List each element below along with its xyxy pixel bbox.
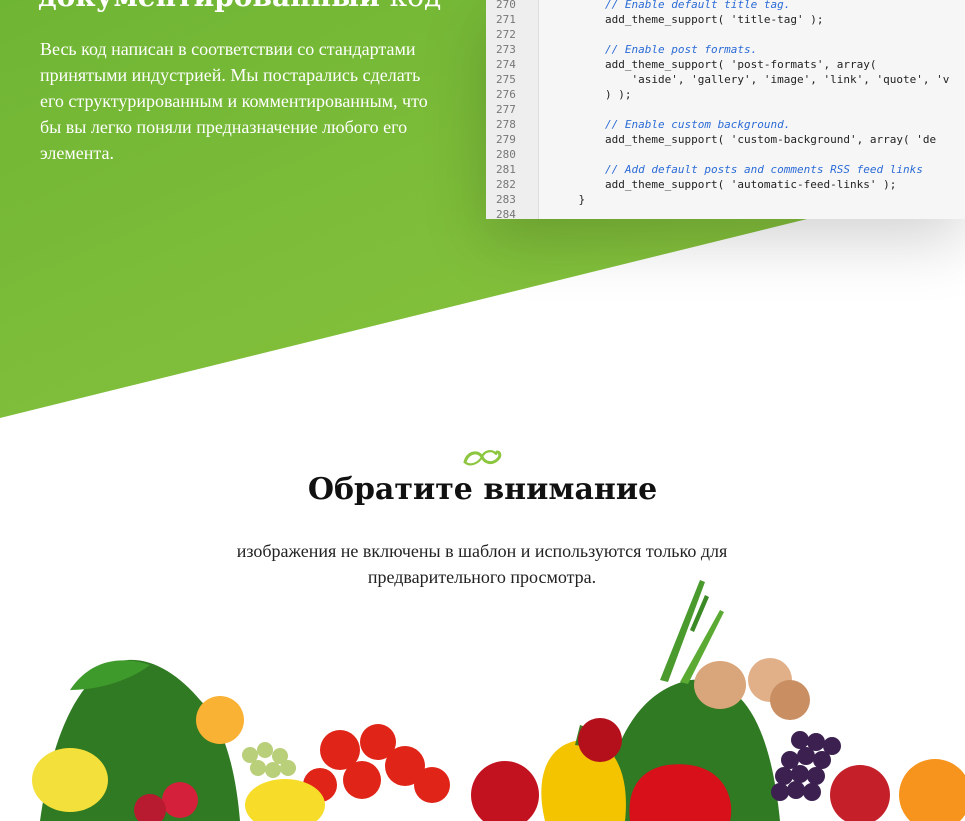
code-line-number: 273 [496,43,516,56]
code-line-source: add_theme_support( 'automatic-feed-links… [552,178,897,191]
code-line-number: 278 [496,118,516,131]
code-line-number: 284 [496,208,516,219]
code-line-number: 277 [496,103,516,116]
code-line: 284 [486,207,965,219]
code-line-number: 272 [496,28,516,41]
code-line: 270 // Enable default title tag. [486,0,965,12]
notice-title: Обратите внимание [307,472,658,507]
hero-description: Весь код написан в соответствии со станд… [40,39,428,163]
code-line-source: // Enable post formats. [552,43,758,56]
code-line-number: 270 [496,0,516,11]
code-line: 276 ) ); [486,87,965,102]
hero-title: документированный код [38,0,441,14]
code-line: 282 add_theme_support( 'automatic-feed-l… [486,177,965,192]
code-line-number: 281 [496,163,516,176]
code-line: 281 // Add default posts and comments RS… [486,162,965,177]
code-line: 271 add_theme_support( 'title-tag' ); [486,12,965,27]
code-line: 277 [486,102,965,117]
code-line: 273 // Enable post formats. [486,42,965,57]
code-line-source: ) ); [552,88,632,101]
code-line: 274 add_theme_support( 'post-formats', a… [486,57,965,72]
code-line: 279 add_theme_support( 'custom-backgroun… [486,132,965,147]
code-line-source: add_theme_support( 'title-tag' ); [552,13,824,26]
code-line-number: 283 [496,193,516,206]
hero-title-bold: документированный [38,0,380,13]
code-screenshot: 270 // Enable default title tag. 271 add_… [486,0,965,219]
code-line: 275 'aside', 'gallery', 'image', 'link',… [486,72,965,87]
vegetables-image [32,580,965,821]
code-line: 278 // Enable custom background. [486,117,965,132]
code-line-source: // Enable default title tag. [552,0,791,11]
code-line: 280 [486,147,965,162]
code-line-source: add_theme_support( 'custom-background', … [552,133,937,146]
code-line-source: // Add default posts and comments RSS fe… [552,163,923,176]
code-line-source: add_theme_support( 'post-formats', array… [552,58,877,71]
code-line: 283 } [486,192,965,207]
hero-title-light: код [390,0,442,13]
code-line-number: 282 [496,178,516,191]
hero-section: документированный код Весь код написан в… [0,0,965,420]
code-line-number: 276 [496,88,516,101]
code-line-source: } [552,193,586,206]
code-line-number: 274 [496,58,516,71]
code-line-number: 280 [496,148,516,161]
code-line-number: 271 [496,13,516,26]
code-line: 272 [486,27,965,42]
code-line-number: 279 [496,133,516,146]
code-line-source: 'aside', 'gallery', 'image', 'link', 'qu… [552,73,950,86]
code-line-number: 275 [496,73,516,86]
code-line-source: // Enable custom background. [552,118,791,131]
leaf-ornament-icon [463,450,502,466]
